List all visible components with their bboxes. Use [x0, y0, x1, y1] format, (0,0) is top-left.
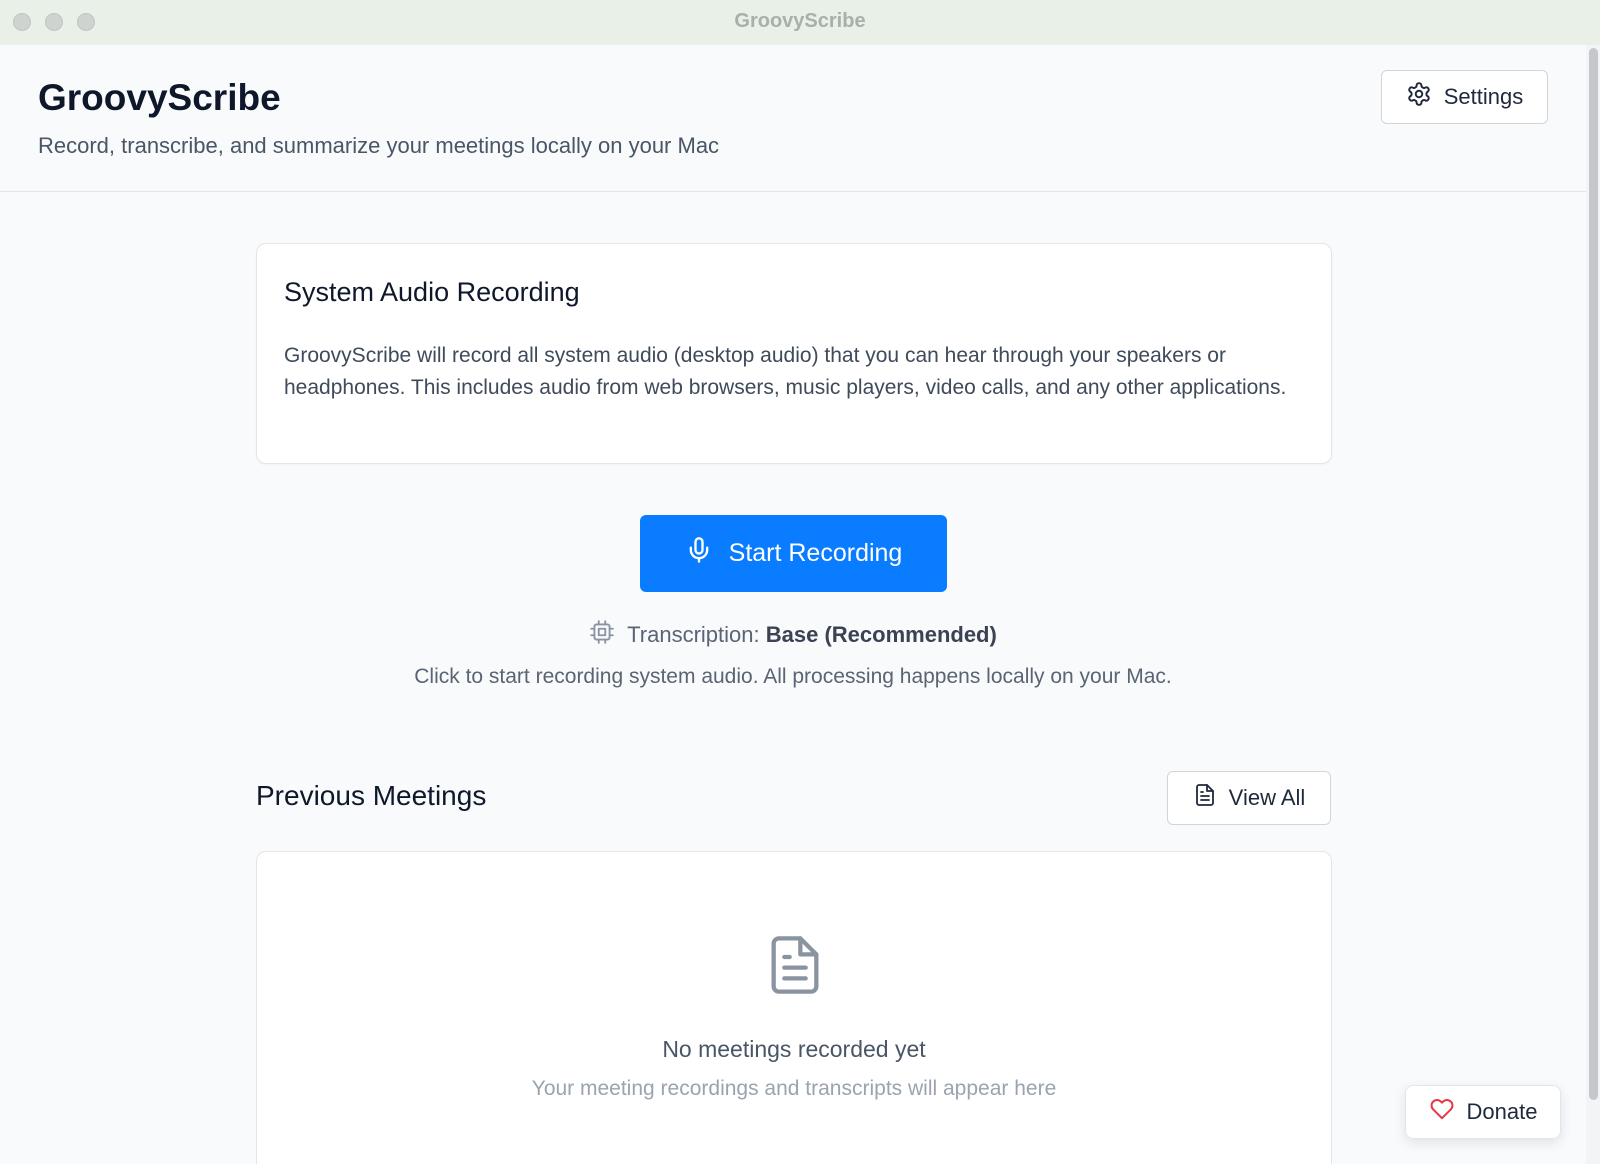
- transcription-model-value: Base (Recommended): [765, 622, 997, 647]
- document-icon: [1193, 782, 1217, 814]
- transcription-model-info: Transcription: Base (Recommended): [0, 619, 1586, 651]
- gear-icon: [1406, 81, 1432, 113]
- page-subtitle: Record, transcribe, and summarize your m…: [38, 133, 720, 158]
- recording-hint: Click to start recording system audio. A…: [414, 665, 1172, 688]
- donate-button[interactable]: Donate: [1405, 1085, 1561, 1139]
- empty-document-icon: [763, 928, 827, 1007]
- page-title: GroovyScribe: [38, 77, 281, 118]
- window-title: GroovyScribe: [734, 10, 866, 32]
- scrollbar-thumb[interactable]: [1589, 48, 1598, 1100]
- heart-icon: [1429, 1097, 1455, 1127]
- system-audio-card: System Audio Recording GroovyScribe will…: [256, 243, 1332, 464]
- empty-state-title: No meetings recorded yet: [662, 1036, 926, 1062]
- previous-meetings-title: Previous Meetings: [256, 780, 487, 811]
- view-all-label: View All: [1228, 785, 1306, 810]
- settings-button-label: Settings: [1443, 84, 1524, 109]
- microphone-icon: [685, 534, 713, 573]
- app-window: GroovyScribe GroovyScribe Record, transc…: [0, 0, 1600, 1164]
- start-recording-label: Start Recording: [728, 539, 903, 567]
- transcription-label: Transcription:: [627, 622, 760, 647]
- start-recording-button[interactable]: Start Recording: [640, 515, 947, 592]
- system-audio-description: GroovyScribe will record all system audi…: [284, 344, 1287, 399]
- view-all-button[interactable]: View All: [1167, 771, 1331, 825]
- donate-label: Donate: [1466, 1099, 1538, 1124]
- cpu-chip-icon: [589, 619, 615, 651]
- meetings-list-empty-state: No meetings recorded yet Your meeting re…: [256, 851, 1332, 1164]
- app-header: GroovyScribe Record, transcribe, and sum…: [0, 45, 1586, 192]
- empty-state-subtitle: Your meeting recordings and transcripts …: [531, 1077, 1057, 1100]
- system-audio-title: System Audio Recording: [284, 277, 580, 307]
- settings-button[interactable]: Settings: [1381, 70, 1548, 124]
- title-bar: GroovyScribe: [0, 0, 1600, 46]
